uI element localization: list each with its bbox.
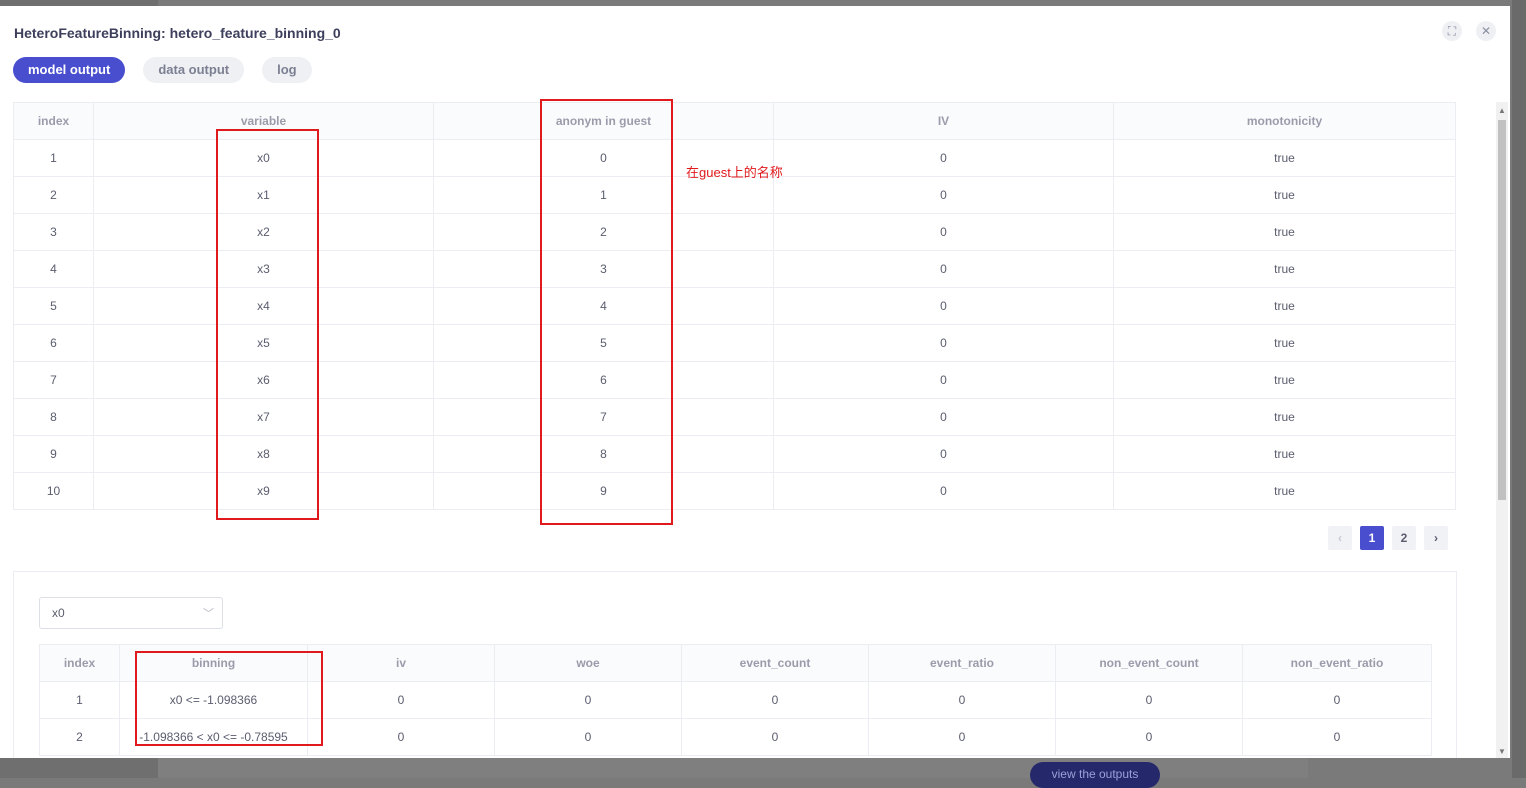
highlight-box-anonym xyxy=(540,99,673,525)
table-cell: 0 xyxy=(773,472,1114,510)
table-cell: 7 xyxy=(13,361,94,399)
pagination-page-1[interactable]: 1 xyxy=(1360,526,1384,550)
table-cell: 0 xyxy=(773,287,1114,325)
table-cell: 0 xyxy=(1242,718,1432,756)
table-cell: 0 xyxy=(1242,681,1432,719)
table-cell: 0 xyxy=(307,681,495,719)
tab-model-output[interactable]: model output xyxy=(13,57,126,83)
pagination-prev[interactable]: ‹ xyxy=(1328,526,1352,550)
table-cell: true xyxy=(1113,472,1456,510)
tab-data-output[interactable]: data output xyxy=(143,57,245,83)
tab-log[interactable]: log xyxy=(262,57,312,83)
table-cell: 2 xyxy=(39,718,120,756)
output-dialog: HeteroFeatureBinning: hetero_feature_bin… xyxy=(0,6,1510,758)
table-cell: true xyxy=(1113,287,1456,325)
table-cell: 0 xyxy=(681,681,869,719)
table-cell: 5 xyxy=(13,287,94,325)
fullscreen-icon[interactable]: ⛶ xyxy=(1442,21,1462,41)
table-cell: 0 xyxy=(494,718,682,756)
highlight-box-binning xyxy=(135,651,323,746)
col-header: IV xyxy=(773,102,1114,140)
table-cell: 0 xyxy=(681,718,869,756)
table-cell: 6 xyxy=(13,324,94,362)
scroll-thumb[interactable] xyxy=(1498,120,1506,500)
table-cell: true xyxy=(1113,213,1456,251)
background-panel-right xyxy=(1512,0,1526,778)
table-cell: 0 xyxy=(773,176,1114,214)
dialog-title: HeteroFeatureBinning: hetero_feature_bin… xyxy=(14,25,341,41)
variable-select-value: x0 xyxy=(52,606,65,620)
col-header: non_event_count xyxy=(1055,644,1243,682)
table-cell: 0 xyxy=(494,681,682,719)
table-cell: 0 xyxy=(773,139,1114,177)
close-icon[interactable]: ✕ xyxy=(1476,21,1496,41)
table-cell: 0 xyxy=(773,435,1114,473)
col-header: event_count xyxy=(681,644,869,682)
table-cell: 0 xyxy=(773,361,1114,399)
variable-select[interactable]: x0 ﹀ xyxy=(39,597,223,629)
table-cell: 9 xyxy=(13,435,94,473)
table-cell: true xyxy=(1113,324,1456,362)
annotation-text: 在guest上的名称 xyxy=(686,165,783,180)
col-header: index xyxy=(39,644,120,682)
col-header: event_ratio xyxy=(868,644,1056,682)
table-cell: 0 xyxy=(773,250,1114,288)
table-cell: true xyxy=(1113,398,1456,436)
col-header: index xyxy=(13,102,94,140)
table-cell: true xyxy=(1113,435,1456,473)
table-cell: 0 xyxy=(773,213,1114,251)
table-cell: 1 xyxy=(39,681,120,719)
table-cell: 0 xyxy=(1055,718,1243,756)
table-cell: 3 xyxy=(13,213,94,251)
table-cell: 0 xyxy=(868,718,1056,756)
table-cell: 0 xyxy=(773,324,1114,362)
table-cell: 0 xyxy=(1055,681,1243,719)
table-cell: true xyxy=(1113,361,1456,399)
scroll-up-arrow-icon[interactable]: ▲ xyxy=(1498,106,1506,115)
highlight-box-variable xyxy=(216,129,319,520)
view-outputs-button[interactable]: view the outputs xyxy=(1030,762,1160,788)
binning-detail-section: x0 ﹀ index binning iv woe event_count ev… xyxy=(13,571,1457,758)
col-header: woe xyxy=(494,644,682,682)
output-tabs: model output data output log xyxy=(13,57,312,83)
table-cell: true xyxy=(1113,139,1456,177)
pagination-next[interactable]: › xyxy=(1424,526,1448,550)
table-cell: true xyxy=(1113,176,1456,214)
chevron-down-icon: ﹀ xyxy=(203,608,214,620)
table-cell: 10 xyxy=(13,472,94,510)
col-header: monotonicity xyxy=(1113,102,1456,140)
table-cell: 2 xyxy=(13,176,94,214)
pagination-page-2[interactable]: 2 xyxy=(1392,526,1416,550)
table-cell: 0 xyxy=(307,718,495,756)
dialog-scrollbar[interactable]: ▲ ▼ xyxy=(1496,102,1508,758)
table-cell: 1 xyxy=(13,139,94,177)
scroll-down-arrow-icon[interactable]: ▼ xyxy=(1498,747,1506,756)
col-header: non_event_ratio xyxy=(1242,644,1432,682)
table-cell: true xyxy=(1113,250,1456,288)
table-cell: 8 xyxy=(13,398,94,436)
table-cell: 0 xyxy=(773,398,1114,436)
table-cell: 4 xyxy=(13,250,94,288)
col-header: iv xyxy=(307,644,495,682)
table-cell: 0 xyxy=(868,681,1056,719)
